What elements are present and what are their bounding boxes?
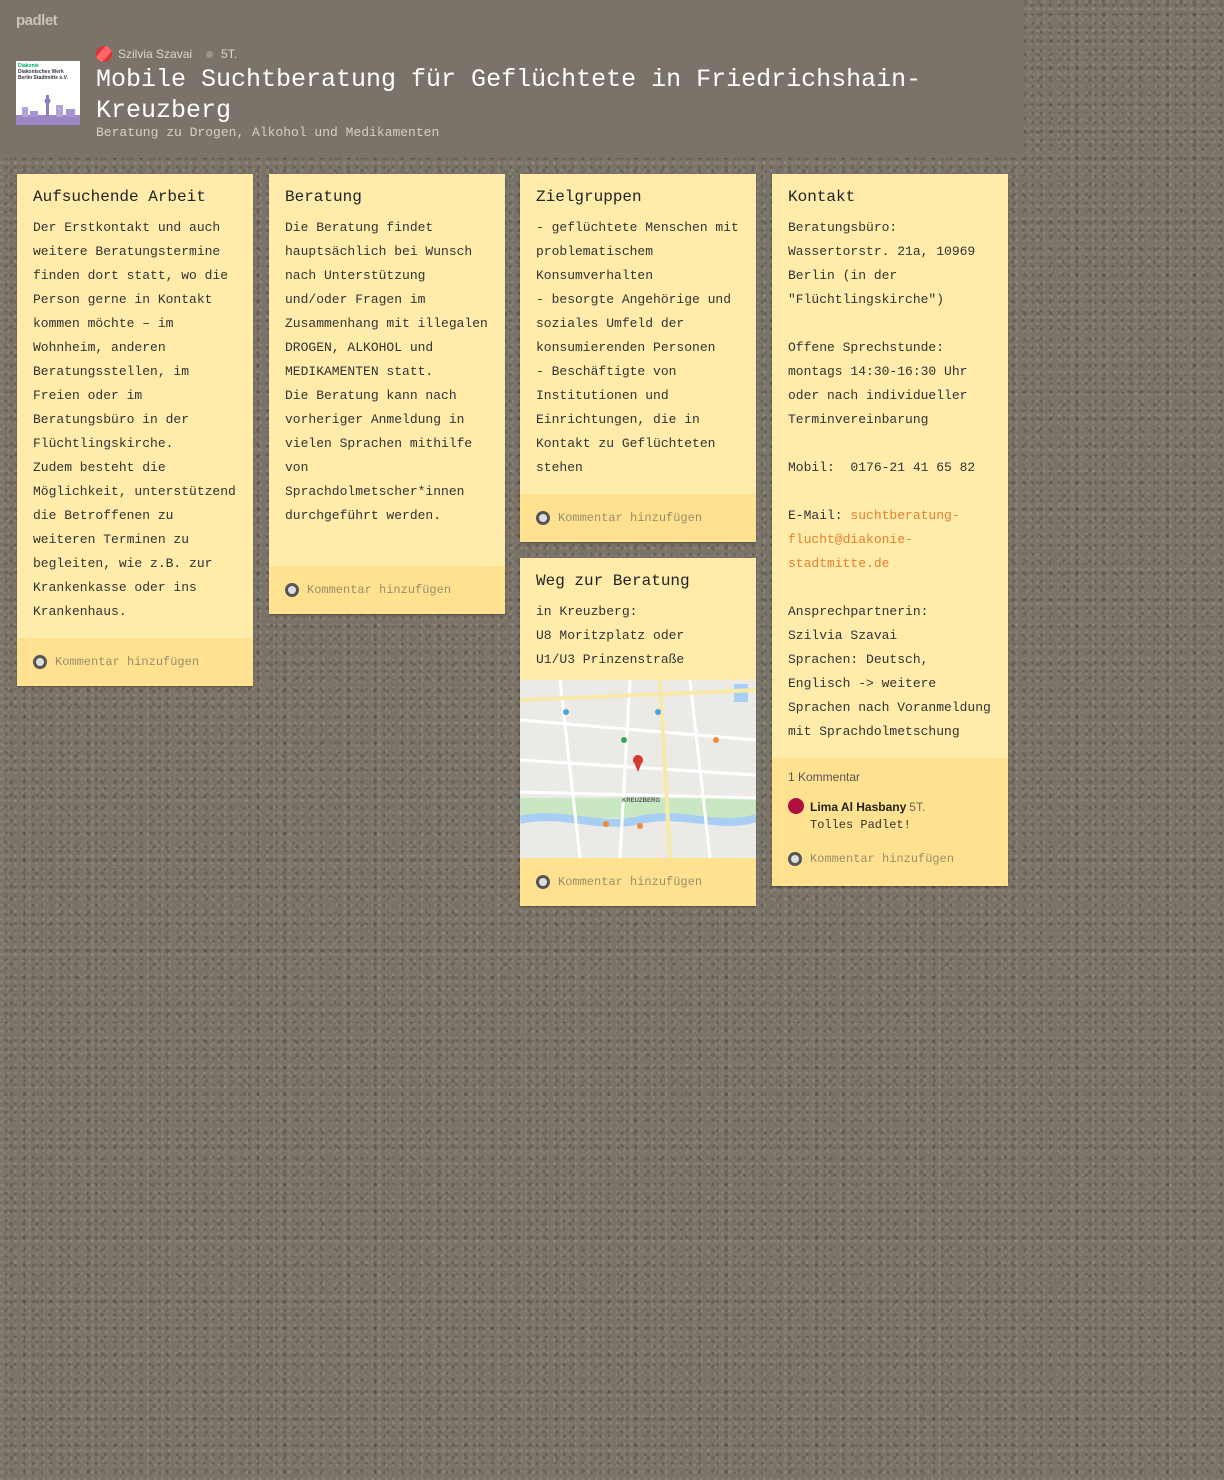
add-comment-button[interactable]: Kommentar hinzufügen (269, 566, 505, 614)
author-name[interactable]: Szilvia Szavai (118, 47, 192, 61)
post-body: Der Erstkontakt und auch weitere Beratun… (33, 220, 236, 619)
post-card-aufsuchende[interactable]: Aufsuchende Arbeit Der Erstkontakt und a… (17, 174, 253, 686)
post-card-beratung[interactable]: Beratung Die Beratung findet hauptsächli… (269, 174, 505, 614)
post-card-kontakt[interactable]: Kontakt Beratungsbüro: Wassertorstr. 21a… (772, 174, 1008, 886)
board-meta: Szilvia Szavai 5T. (96, 46, 237, 62)
post-card-zielgruppen[interactable]: Zielgruppen - geflüchtete Menschen mit p… (520, 174, 756, 542)
map-attachment[interactable]: KREUZBERG (520, 680, 756, 858)
post-title: Aufsuchende Arbeit (33, 188, 206, 206)
add-comment-button[interactable]: Kommentar hinzufügen (17, 638, 253, 686)
comments-section: 1 Kommentar Lima Al Hasbany 5T. Tolles Pa… (772, 758, 1008, 832)
post-body: in Kreuzberg: U8 Moritzplatz oder U1/U3 … (536, 604, 685, 667)
post-body: Beratungsbüro: Wassertorstr. 21a, 10969 … (788, 220, 991, 739)
author-avatar[interactable] (96, 46, 112, 62)
separator-dot (206, 50, 214, 58)
post-title: Beratung (285, 188, 362, 206)
board-header: padlet Diakonie Diakonisches Werk Berlin… (0, 0, 1024, 158)
user-avatar-icon (33, 655, 47, 669)
comment-time: 5T. (909, 800, 926, 814)
add-comment-button[interactable]: Kommentar hinzufügen (772, 832, 1008, 886)
padlet-logo[interactable]: padlet (16, 12, 58, 29)
post-title: Zielgruppen (536, 188, 642, 206)
board-subtitle: Beratung zu Drogen, Alkohol und Medikame… (96, 125, 440, 140)
post-card-weg[interactable]: Weg zur Beratung in Kreuzberg: U8 Moritz… (520, 558, 756, 906)
post-body: - geflüchtete Menschen mit problematisch… (536, 220, 739, 475)
board-logo: Diakonie Diakonisches Werk Berlin Stadtm… (16, 61, 80, 125)
commenter-avatar[interactable] (788, 798, 804, 814)
post-title: Kontakt (788, 188, 856, 206)
user-avatar-icon (536, 511, 550, 525)
board-title: Mobile Suchtberatung für Geflüchtete in … (96, 65, 922, 125)
comment-count[interactable]: 1 Kommentar (788, 770, 992, 784)
post-title: Weg zur Beratung (536, 572, 690, 590)
commenter-name[interactable]: Lima Al Hasbany (810, 800, 906, 814)
post-time: 5T. (221, 47, 238, 61)
user-avatar-icon (788, 852, 802, 866)
comment: Lima Al Hasbany 5T. Tolles Padlet! (788, 798, 992, 832)
post-body: Die Beratung findet hauptsächlich bei Wu… (285, 220, 488, 523)
user-avatar-icon (285, 583, 299, 597)
add-comment-button[interactable]: Kommentar hinzufügen (520, 494, 756, 542)
user-avatar-icon (536, 875, 550, 889)
add-comment-button[interactable]: Kommentar hinzufügen (520, 858, 756, 906)
comment-text: Tolles Padlet! (810, 818, 911, 832)
map-district-label: KREUZBERG (622, 798, 660, 804)
